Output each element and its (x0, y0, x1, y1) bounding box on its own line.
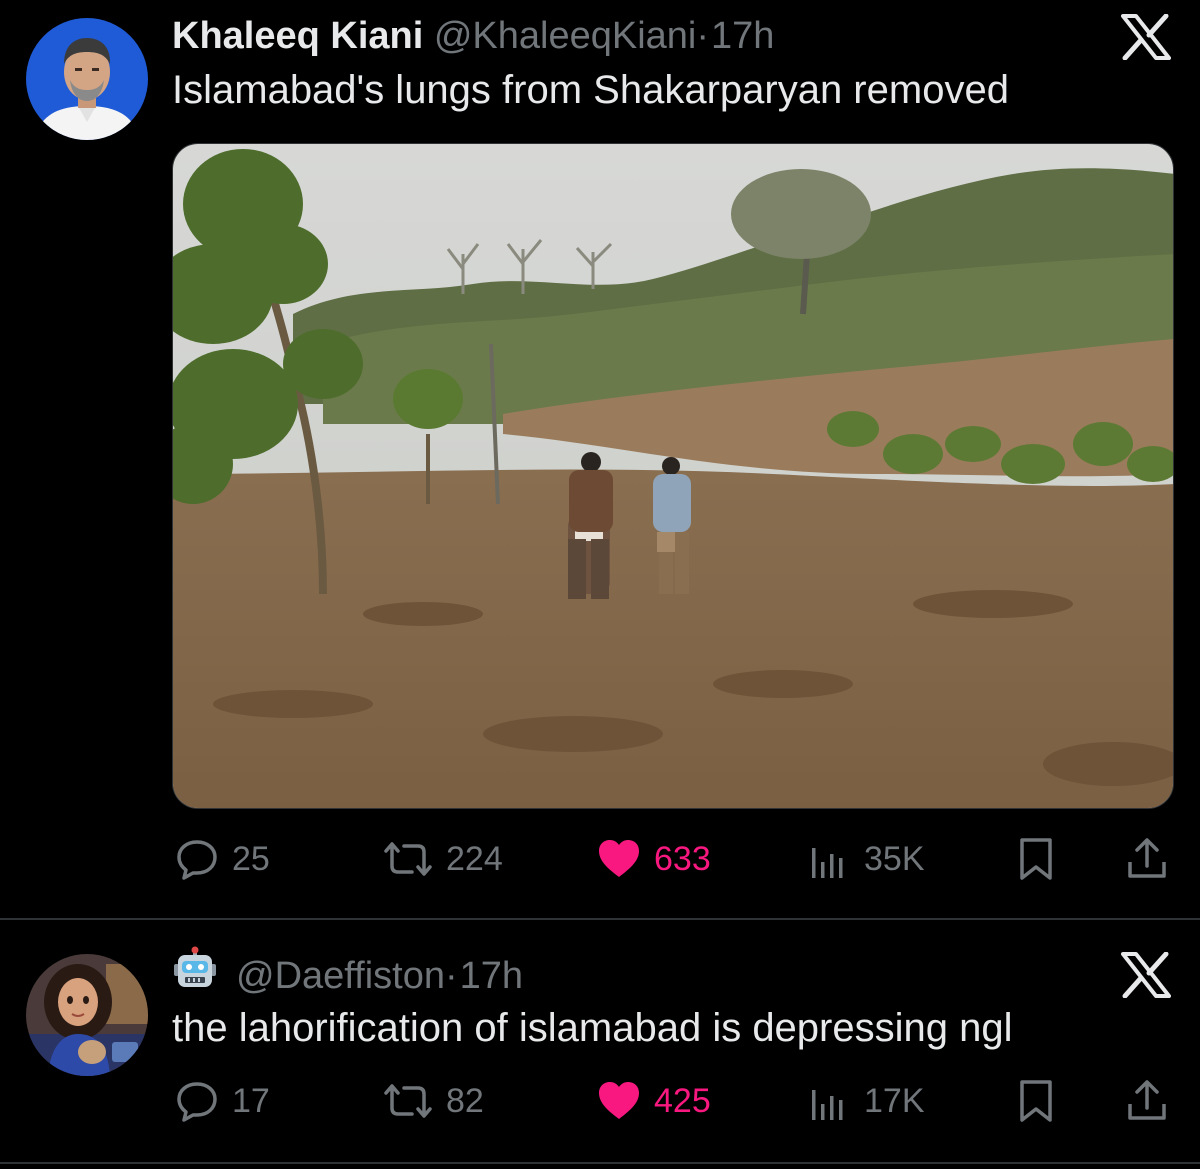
like-button[interactable]: 633 (596, 834, 711, 884)
reply-bubble-icon (177, 1082, 217, 1122)
tweet-divider (0, 1162, 1200, 1164)
photo-cleared-forest-two-men-icon (173, 144, 1173, 808)
separator-dot: · (444, 955, 458, 998)
share-upload-icon (1128, 1080, 1166, 1120)
author-avatar[interactable] (26, 18, 148, 140)
heart-filled-icon (599, 840, 639, 877)
like-button[interactable]: 425 (596, 1076, 711, 1126)
author-handle[interactable]: @KhaleeqKiani (434, 15, 697, 57)
share-upload-icon (1128, 838, 1166, 878)
repost-count: 82 (446, 1081, 484, 1120)
views-bar-chart-icon (812, 1090, 843, 1120)
share-button[interactable] (1124, 834, 1182, 884)
like-count: 425 (654, 1081, 711, 1120)
tweet-media-image[interactable] (172, 143, 1174, 809)
separator-dot: · (696, 15, 710, 57)
tweet-header: Khaleeq Kiani @KhaleeqKiani·17h (172, 14, 774, 58)
x-logo-icon (1121, 13, 1171, 61)
repost-arrows-icon (384, 1084, 432, 1118)
reply-button[interactable]: 17 (174, 1076, 270, 1126)
illustrated-girl-avatar-icon (26, 954, 148, 1076)
bookmark-icon (1020, 1080, 1052, 1122)
views-button[interactable]: 35K (806, 834, 925, 884)
reply-button[interactable]: 25 (174, 834, 270, 884)
repost-button[interactable]: 224 (382, 834, 503, 884)
x-logo-icon (1121, 951, 1171, 999)
tweet-text: the lahorification of islamabad is depre… (172, 1006, 1013, 1050)
tweet-header: @Daeffiston·17h (172, 946, 523, 1006)
views-count: 17K (864, 1081, 925, 1120)
heart-filled-icon (599, 1082, 639, 1119)
robot-emoji-icon (172, 946, 218, 1002)
tweet-card[interactable]: Khaleeq Kiani @KhaleeqKiani·17h Islamaba… (0, 0, 1200, 918)
author-display-name[interactable]: Khaleeq Kiani (172, 15, 434, 57)
bookmark-button[interactable] (1016, 1076, 1068, 1126)
bookmark-icon (1020, 838, 1052, 880)
author-avatar[interactable] (26, 954, 148, 1076)
reply-count: 25 (232, 839, 270, 878)
repost-button[interactable]: 82 (382, 1076, 484, 1126)
repost-count: 224 (446, 839, 503, 878)
views-button[interactable]: 17K (806, 1076, 925, 1126)
tweet-timestamp[interactable]: 17h (460, 955, 523, 997)
share-button[interactable] (1124, 1076, 1182, 1126)
tweet-action-bar: 25 224 633 35K (172, 834, 1172, 884)
man-portrait-avatar-icon (26, 18, 148, 140)
tweet-card[interactable]: @Daeffiston·17h the lahorification of is… (0, 920, 1200, 1162)
tweet-timestamp[interactable]: 17h (711, 15, 774, 57)
reply-bubble-icon (177, 840, 217, 880)
bookmark-button[interactable] (1016, 834, 1068, 884)
tweet-text: Islamabad's lungs from Shakarparyan remo… (172, 68, 1009, 112)
views-bar-chart-icon (812, 848, 843, 878)
repost-arrows-icon (384, 842, 432, 876)
tweet-action-bar: 17 82 425 17K (172, 1076, 1172, 1126)
reply-count: 17 (232, 1081, 270, 1120)
views-count: 35K (864, 839, 925, 878)
like-count: 633 (654, 839, 711, 878)
author-handle[interactable]: @Daeffiston (236, 955, 445, 997)
